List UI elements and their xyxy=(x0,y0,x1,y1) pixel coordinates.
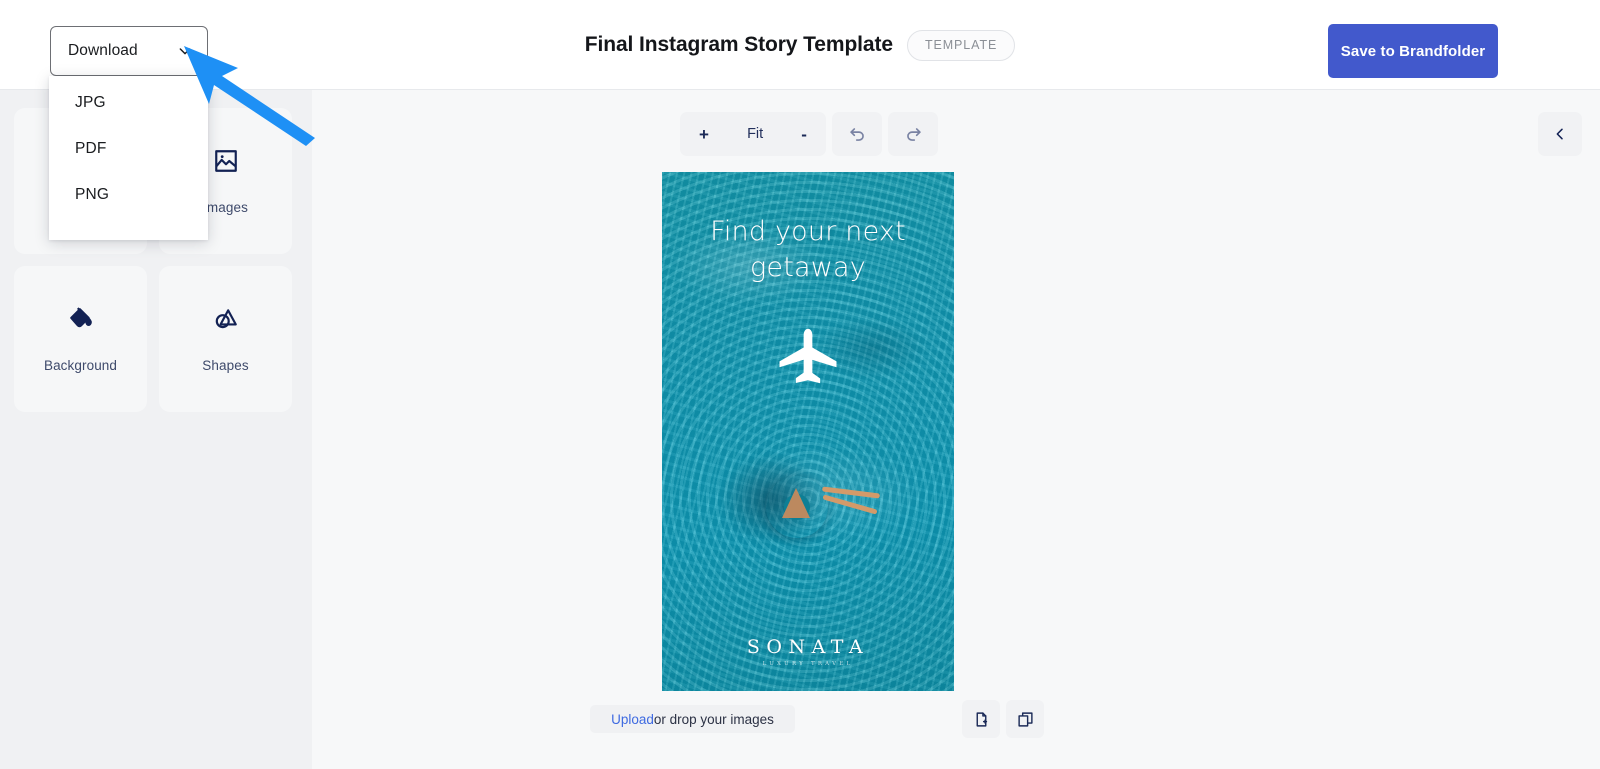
download-dropdown-label: Download xyxy=(68,42,138,59)
menu-item-pdf[interactable]: PDF xyxy=(49,126,208,172)
duplicate-page-button[interactable] xyxy=(1006,700,1044,738)
app-header: Download Final Instagram Story Template … xyxy=(0,0,1600,90)
menu-item-jpg[interactable]: JPG xyxy=(49,80,208,126)
zoom-in-button[interactable]: + xyxy=(693,126,715,143)
save-to-brandfolder-button[interactable]: Save to Brandfolder xyxy=(1328,24,1498,78)
artboard-headline[interactable]: Find your next getaway xyxy=(662,214,954,286)
download-format-menu: JPG PDF PNG xyxy=(49,76,208,240)
zoom-out-button[interactable]: - xyxy=(795,126,813,143)
tool-card-label: Images xyxy=(203,199,248,215)
artboard-canvas[interactable]: Find your next getaway SONATA LUXURY TRA… xyxy=(662,172,954,691)
zoom-control-group: + Fit - xyxy=(680,112,826,156)
zoom-toolbar: + Fit - xyxy=(680,112,938,156)
paint-bucket-icon xyxy=(68,306,94,332)
image-icon xyxy=(213,148,239,174)
redo-button[interactable] xyxy=(888,112,938,156)
upload-link[interactable]: Upload xyxy=(611,712,654,727)
tool-card-background[interactable]: Background xyxy=(14,266,147,412)
tool-card-label: Shapes xyxy=(202,357,249,373)
brand-logo[interactable]: SONATA LUXURY TRAVEL xyxy=(662,636,954,667)
chevron-left-icon xyxy=(1552,126,1568,142)
zoom-level-button[interactable]: Fit xyxy=(741,127,769,142)
undo-icon xyxy=(848,125,867,144)
tool-card-label: Background xyxy=(43,357,118,373)
upload-hint-text: or drop your images xyxy=(653,711,774,727)
add-page-button[interactable] xyxy=(962,700,1000,738)
add-page-icon xyxy=(973,711,990,728)
menu-item-png[interactable]: PNG xyxy=(49,172,208,218)
collapse-panel-button[interactable] xyxy=(1538,112,1582,156)
canvas-area: + Fit - Find your next getaway SONATA LU… xyxy=(312,90,1600,769)
brand-tagline-text: LUXURY TRAVEL xyxy=(762,661,854,667)
page-action-buttons xyxy=(962,700,1044,738)
duplicate-page-icon xyxy=(1017,711,1034,728)
status-badge: TEMPLATE xyxy=(906,29,1016,61)
brand-name-text: SONATA xyxy=(746,636,870,658)
download-dropdown-button[interactable]: Download xyxy=(50,26,208,76)
upload-dropzone[interactable]: Upload or drop your images xyxy=(590,705,795,733)
tool-card-shapes[interactable]: Shapes xyxy=(159,266,292,412)
chevron-down-icon xyxy=(177,43,193,59)
shapes-icon xyxy=(213,306,239,332)
image-editor-app: Download Final Instagram Story Template … xyxy=(0,0,1600,769)
redo-icon xyxy=(904,125,923,144)
undo-button[interactable] xyxy=(832,112,882,156)
page-title: Final Instagram Story Template xyxy=(584,33,893,56)
